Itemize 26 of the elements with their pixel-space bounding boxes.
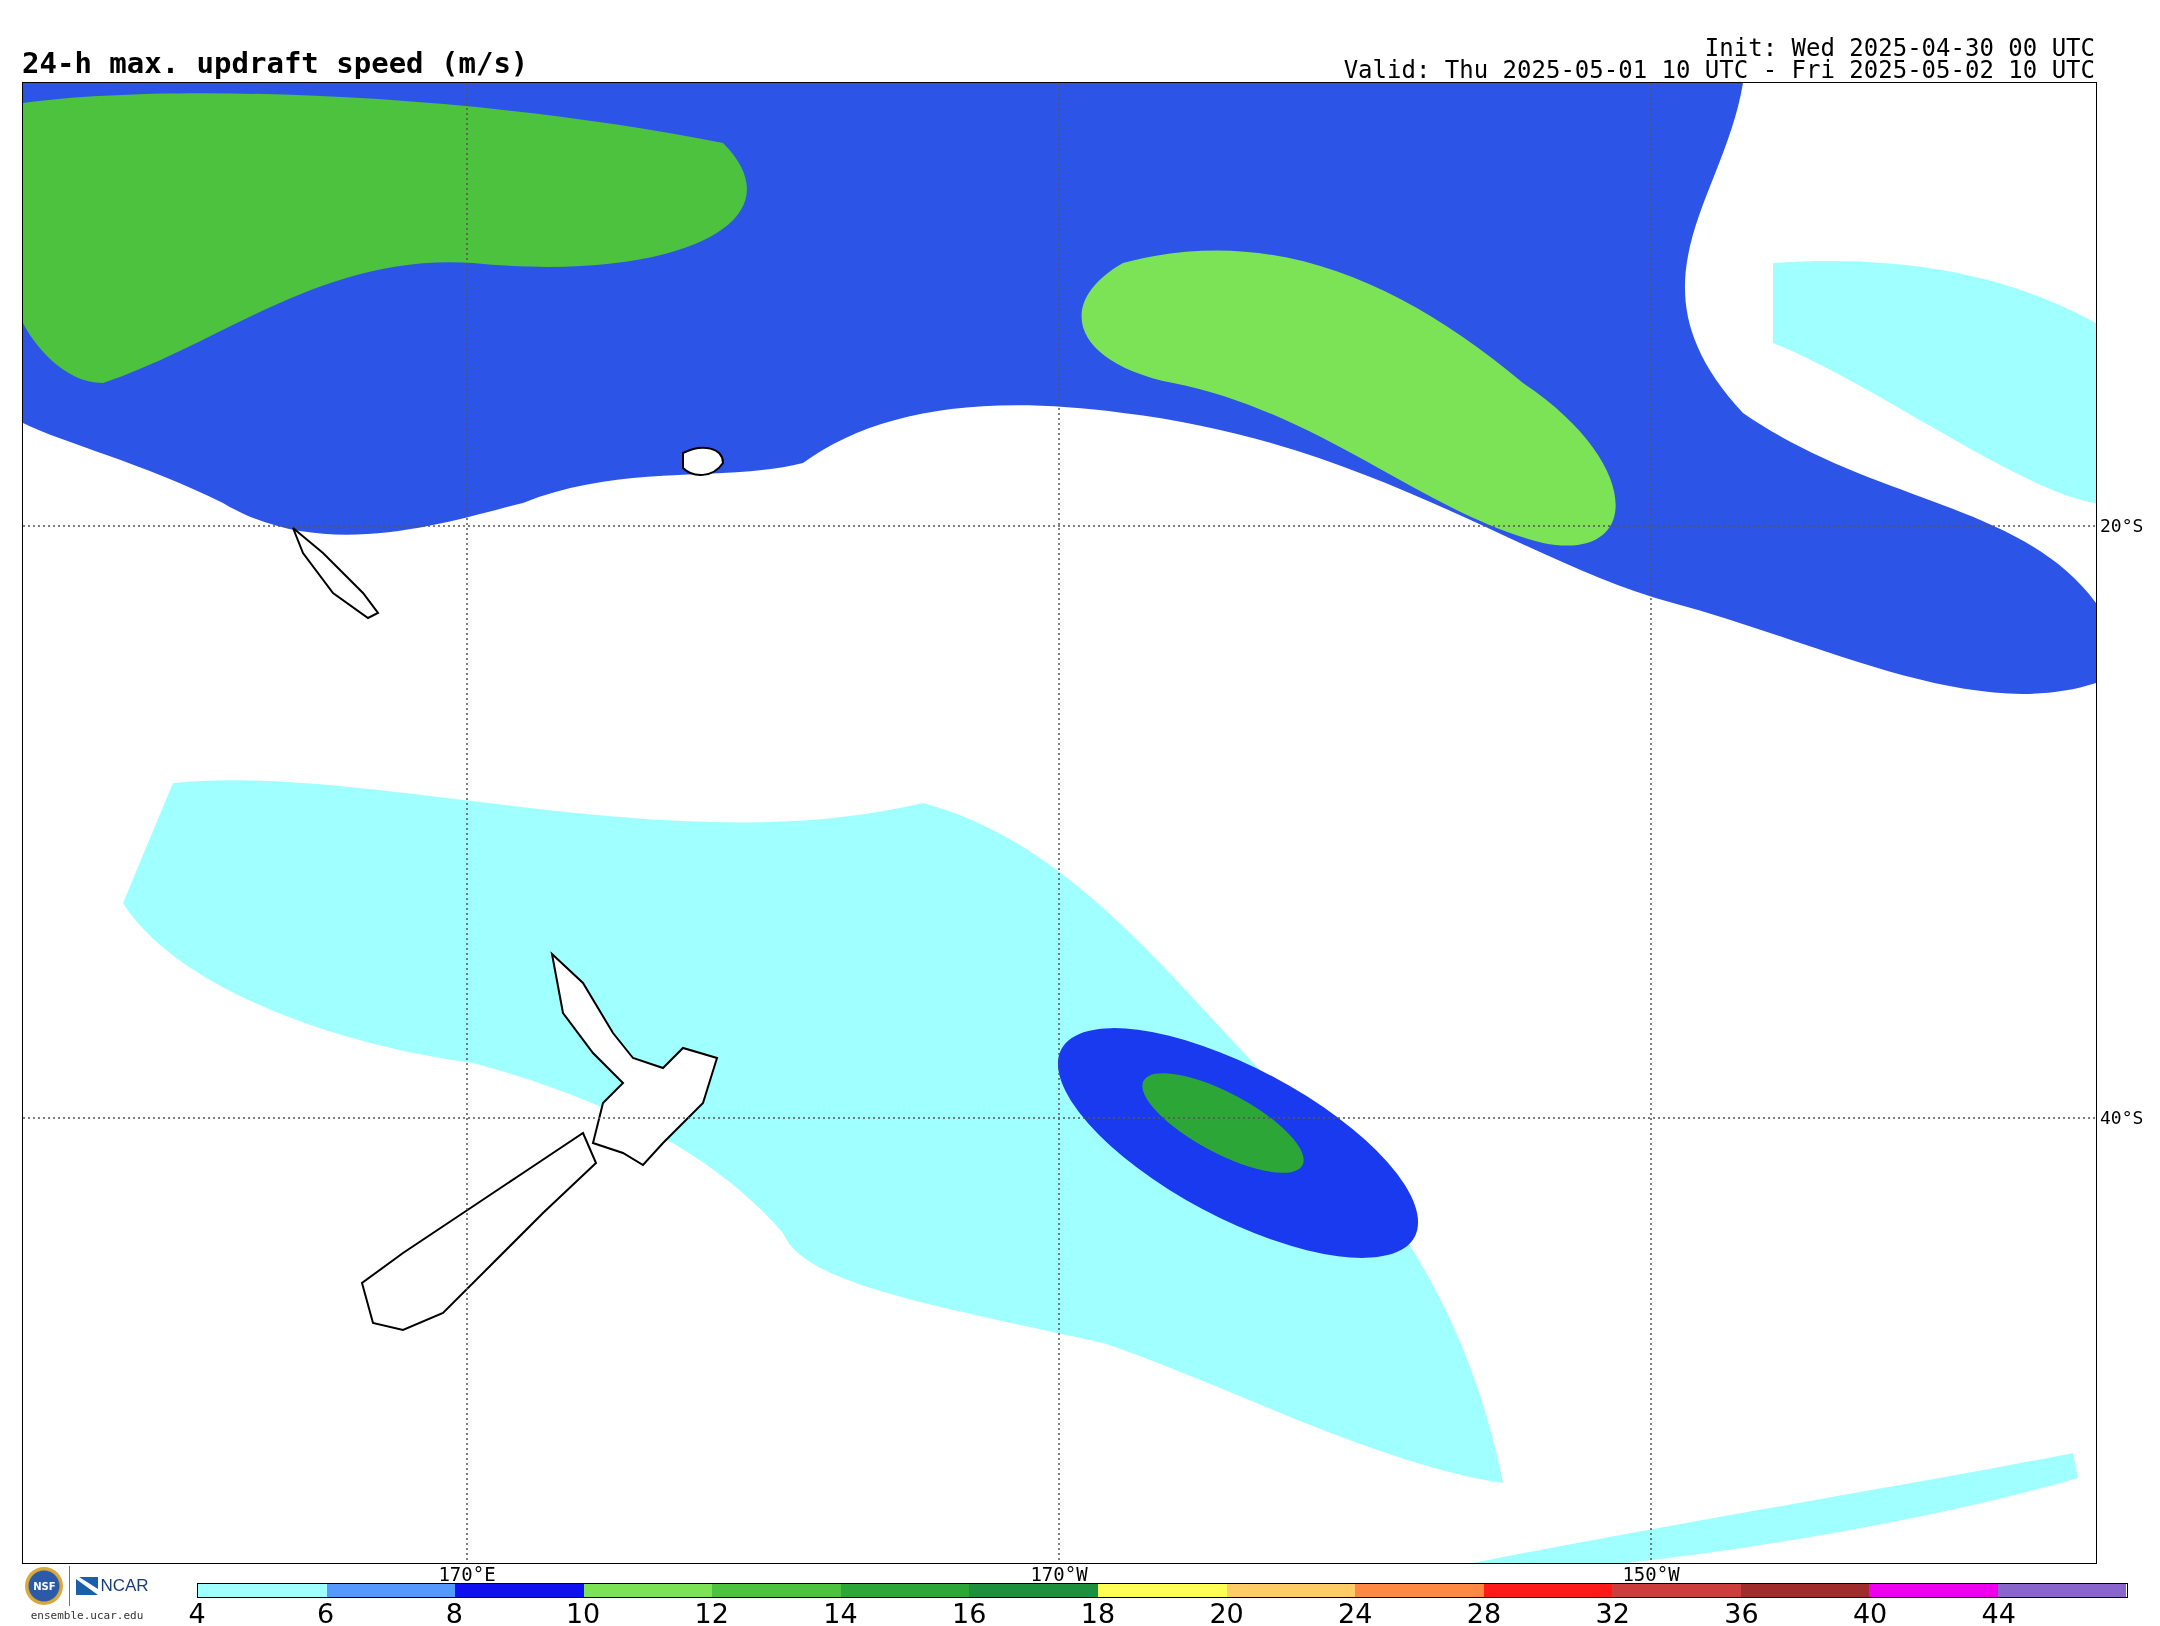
scale-tick-label: 8 [445, 1599, 463, 1626]
longitude-label: 170°W [1030, 1564, 1088, 1584]
scale-tick-label: 36 [1724, 1599, 1759, 1626]
website-link[interactable]: ensemble.ucar.edu [30, 1609, 144, 1622]
ncar-logo: NCAR [76, 1576, 149, 1596]
scale-tick-label: 32 [1595, 1599, 1630, 1626]
init-time: Init: Wed 2025-04-30 00 UTC [1704, 37, 2095, 59]
scale-tick-label: 40 [1852, 1599, 1888, 1626]
longitude-label: 170°E [438, 1564, 496, 1584]
latitude-label: 20°S [2100, 516, 2144, 536]
latitude-label: 40°S [2100, 1108, 2144, 1128]
scale-tick-label: 16 [952, 1599, 987, 1626]
scale-tick-label: 12 [694, 1599, 729, 1626]
valid-time: Valid: Thu 2025-05-01 10 UTC - Fri 2025-05-02 10 UTC [1343, 59, 2095, 81]
globe-logo: NSF [25, 1567, 64, 1605]
scale-tick-label: 10 [565, 1599, 601, 1626]
scale-tick-label: 28 [1466, 1599, 1502, 1626]
longitude-label: 150°W [1622, 1564, 1680, 1584]
scale-tick-label: 18 [1080, 1599, 1116, 1626]
scale-tick-label: 6 [317, 1599, 335, 1626]
scale-tick-label: 14 [823, 1599, 858, 1626]
chart-title: 24-h max. updraft speed (m/s) [22, 49, 529, 78]
scale-tick-label: 20 [1209, 1599, 1244, 1626]
scale-tick-label: 44 [1981, 1599, 2016, 1626]
scale-tick-label: 4 [188, 1599, 206, 1626]
scale-tick-label: 24 [1338, 1599, 1373, 1626]
